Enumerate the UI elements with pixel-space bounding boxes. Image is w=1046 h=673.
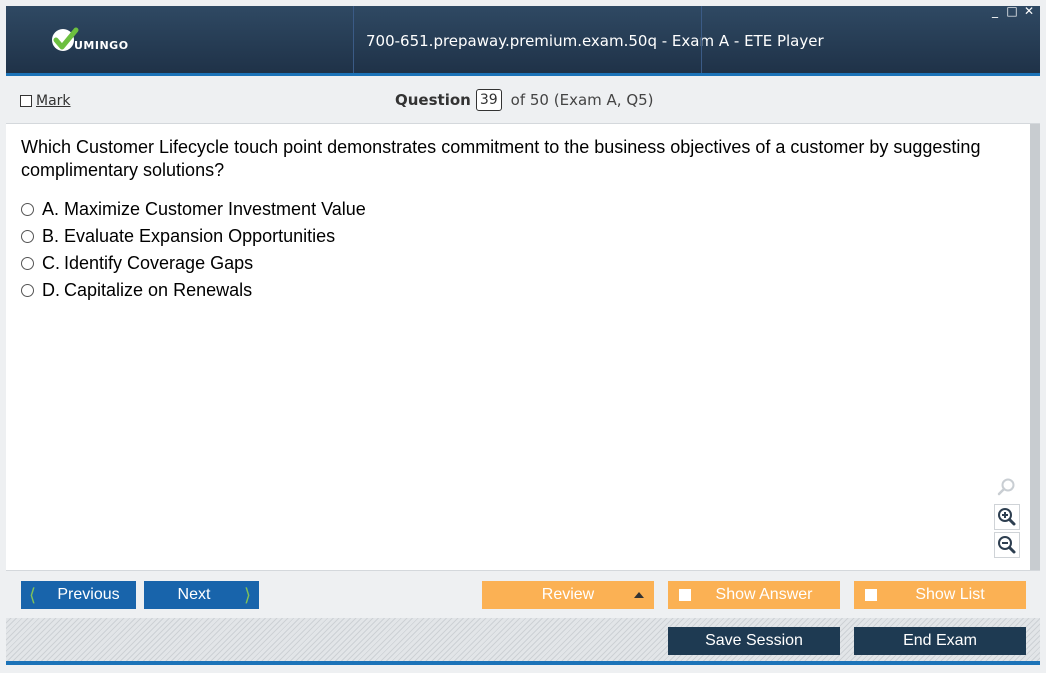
radio-button[interactable] [21,230,34,243]
minimize-button[interactable]: _ [988,4,1002,18]
answer-option-a[interactable]: A. Maximize Customer Investment Value [21,196,366,223]
option-text: Maximize Customer Investment Value [64,199,366,219]
option-text: Evaluate Expansion Opportunities [64,226,336,246]
option-letter: D. [42,280,60,300]
title-bar: UMINGO 700-651.prepaway.premium.exam.50q… [6,4,1040,76]
option-text: Capitalize on Renewals [64,280,253,300]
triangle-up-icon [634,592,644,598]
previous-label: Previous [57,586,120,603]
question-text: Which Customer Lifecycle touch point dem… [21,137,981,180]
show-answer-toggle[interactable]: Show Answer [668,581,840,609]
question-number-input[interactable]: 39 [475,89,502,111]
show-list-checkbox[interactable] [865,589,877,601]
next-label: Next [177,586,211,603]
radio-button[interactable] [21,257,34,270]
option-letter: A. [42,199,60,219]
show-answer-label: Show Answer [715,586,813,603]
question-of-text: of 50 (Exam A, Q5) [510,91,654,109]
maximize-button[interactable]: □ [1005,4,1019,18]
vertical-scrollbar[interactable] [1030,124,1040,570]
show-answer-checkbox[interactable] [679,589,691,601]
bottom-bar: Save Session End Exam [6,618,1040,665]
save-session-button[interactable]: Save Session [668,627,840,655]
close-button[interactable]: ✕ [1022,4,1036,18]
show-list-label: Show List [915,586,985,603]
zoom-in-button[interactable] [994,504,1020,530]
answer-options: A. Maximize Customer Investment Value B.… [21,196,366,304]
title-divider-left [353,6,354,73]
zoom-out-button[interactable] [994,532,1020,558]
end-exam-button[interactable]: End Exam [854,627,1026,655]
zoom-in-icon [998,508,1016,526]
option-letter: C. [42,253,60,273]
previous-button[interactable]: ⟨ Previous [21,581,136,609]
chevron-right-icon: ⟩ [243,585,251,605]
option-text: Identify Coverage Gaps [64,253,254,273]
radio-button[interactable] [21,203,34,216]
logo-text: UMINGO [74,39,129,52]
mark-checkbox[interactable]: Mark [20,93,71,109]
zoom-out-icon [998,536,1016,554]
title-divider-right [701,6,702,73]
search-icon [997,478,1015,496]
question-label: Question [395,91,471,109]
question-counter: Question 39 of 50 (Exam A, Q5) [395,89,654,111]
show-list-toggle[interactable]: Show List [854,581,1026,609]
next-button[interactable]: Next ⟩ [144,581,259,609]
question-header: Mark Question 39 of 50 (Exam A, Q5) [6,79,1040,124]
mark-checkbox-box[interactable] [20,95,32,107]
mark-label: Mark [36,93,71,109]
review-button[interactable]: Review [482,581,654,609]
answer-option-d[interactable]: D. Capitalize on Renewals [21,277,366,304]
navigation-bar: ⟨ Previous Next ⟩ Review Show Answer Sho… [6,570,1040,618]
search-button[interactable] [994,474,1020,500]
ete-player-window: UMINGO 700-651.prepaway.premium.exam.50q… [0,0,1046,673]
vumingo-logo: UMINGO [50,26,150,56]
window-title: 700-651.prepaway.premium.exam.50q - Exam… [366,32,824,50]
window-controls: _ □ ✕ [988,4,1036,18]
option-letter: B. [42,226,60,246]
answer-option-b[interactable]: B. Evaluate Expansion Opportunities [21,223,366,250]
review-label: Review [541,586,595,603]
radio-button[interactable] [21,284,34,297]
answer-option-c[interactable]: C. Identify Coverage Gaps [21,250,366,277]
chevron-left-icon: ⟨ [29,585,37,605]
question-content: Which Customer Lifecycle touch point dem… [6,124,1030,570]
